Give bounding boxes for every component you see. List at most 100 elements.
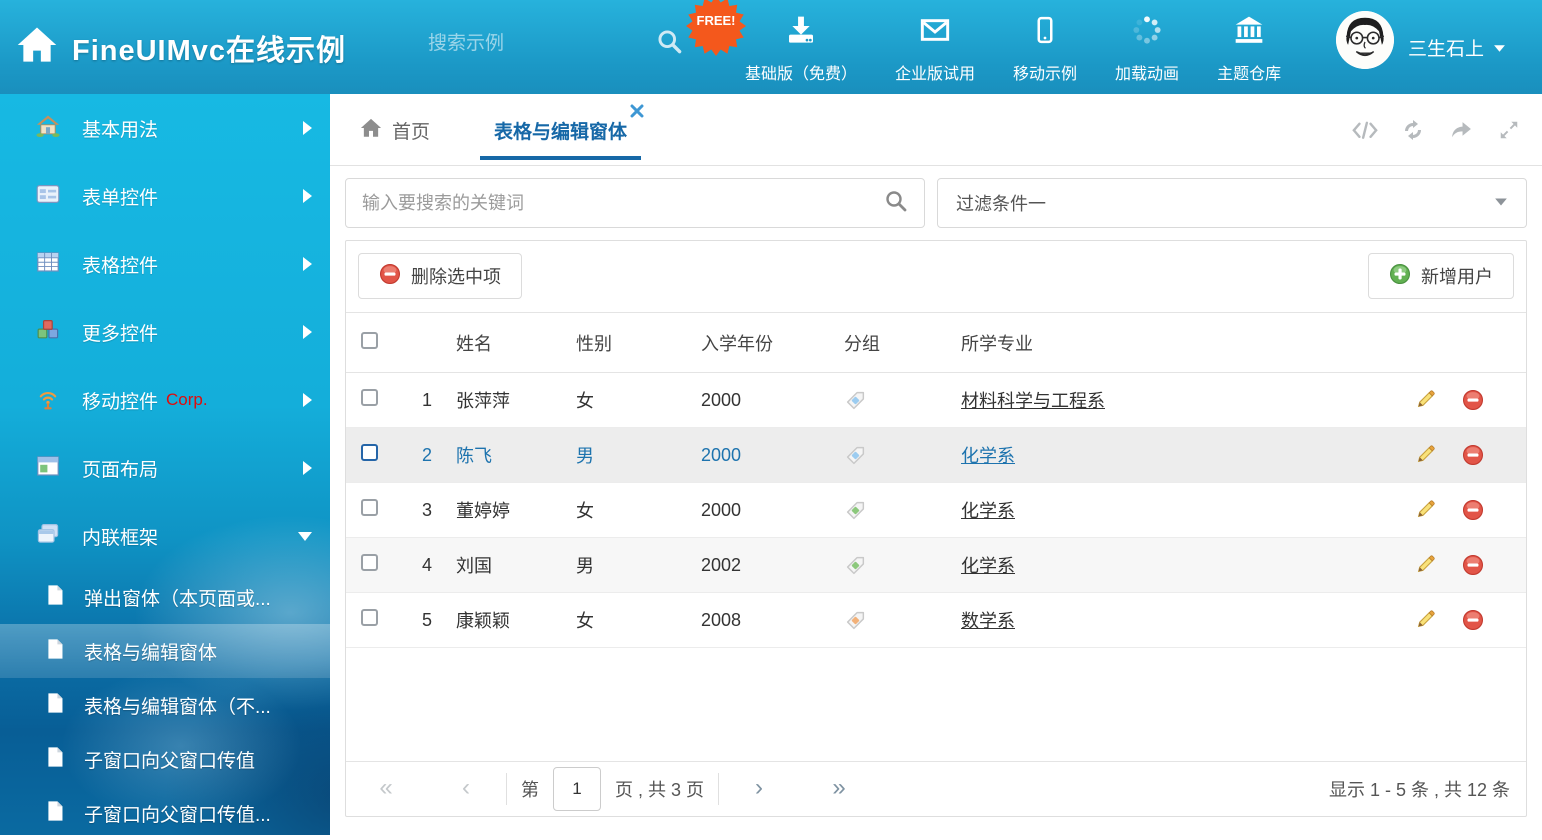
- column-header-year[interactable]: 入学年份: [701, 330, 844, 356]
- sidebar-item[interactable]: 移动控件Corp.: [0, 366, 330, 434]
- row-checkbox[interactable]: [361, 609, 378, 626]
- sidebar-item-label: 更多控件: [82, 319, 158, 346]
- row-checkbox[interactable]: [361, 389, 378, 406]
- tab-bar: 首页 表格与编辑窗体: [330, 94, 1542, 166]
- sidebar-item-label: 表单控件: [82, 183, 158, 210]
- filter-value: 过滤条件一: [956, 190, 1494, 216]
- select-all-checkbox[interactable]: [361, 332, 378, 349]
- app-logo[interactable]: FineUIMvc在线示例: [16, 24, 346, 71]
- chevron-down-icon: [1493, 37, 1506, 59]
- sidebar-subitem[interactable]: 弹出窗体（本页面或...: [0, 570, 330, 624]
- tab-close-icon[interactable]: [630, 104, 644, 118]
- share-icon[interactable]: [1448, 118, 1474, 142]
- edit-pencil-icon[interactable]: [1414, 444, 1436, 466]
- sidebar-item[interactable]: 内联框架: [0, 502, 330, 570]
- user-avatar[interactable]: [1336, 11, 1394, 69]
- tab-active[interactable]: 表格与编辑窗体: [480, 94, 641, 166]
- edit-pencil-icon[interactable]: [1414, 554, 1436, 576]
- tag-icon: [844, 499, 961, 522]
- app-title: FineUIMvc在线示例: [72, 27, 346, 69]
- delete-minus-icon[interactable]: [1462, 609, 1484, 631]
- layout-icon: [36, 454, 60, 483]
- refresh-icon[interactable]: [1400, 118, 1426, 142]
- prev-page-button[interactable]: ‹: [426, 774, 506, 805]
- row-number: 2: [394, 445, 438, 466]
- next-page-button[interactable]: ›: [719, 774, 799, 805]
- row-checkbox[interactable]: [361, 554, 378, 571]
- header-nav-envelope[interactable]: 企业版试用: [876, 14, 994, 84]
- cell-gender: 女: [576, 387, 701, 413]
- delete-selected-button[interactable]: 删除选中项: [358, 253, 522, 299]
- column-header-gender[interactable]: 性别: [576, 330, 701, 356]
- header-nav-spinner[interactable]: 加载动画: [1096, 14, 1198, 84]
- major-link[interactable]: 材料科学与工程系: [961, 391, 1105, 411]
- sidebar-item[interactable]: 表格控件: [0, 230, 330, 298]
- page-number-input[interactable]: [553, 767, 601, 811]
- delete-minus-icon[interactable]: [1462, 389, 1484, 411]
- chevron-right-icon: [303, 461, 312, 475]
- major-link[interactable]: 数学系: [961, 611, 1015, 631]
- sidebar-item[interactable]: 更多控件: [0, 298, 330, 366]
- table-row[interactable]: 3董婷婷女2000化学系: [346, 483, 1526, 538]
- sidebar-subitem[interactable]: 表格与编辑窗体（不...: [0, 678, 330, 732]
- delete-minus-icon[interactable]: [1462, 554, 1484, 576]
- sidebar-subitem[interactable]: 表格与编辑窗体: [0, 624, 330, 678]
- table-row[interactable]: 5康颖颖女2008数学系: [346, 593, 1526, 648]
- header-nav-download[interactable]: 基础版（免费）: [726, 14, 876, 84]
- keyword-search-input[interactable]: [362, 193, 884, 214]
- plus-icon: [1389, 263, 1411, 290]
- table-row[interactable]: 2陈飞男2000化学系: [346, 428, 1526, 483]
- page-icon: [44, 583, 66, 612]
- sidebar-item[interactable]: 表单控件: [0, 162, 330, 230]
- cell-gender: 男: [576, 552, 701, 578]
- chevron-down-icon: [298, 532, 312, 541]
- source-code-icon[interactable]: [1352, 118, 1378, 142]
- major-link[interactable]: 化学系: [961, 446, 1015, 466]
- sidebar-item[interactable]: 页面布局: [0, 434, 330, 502]
- delete-minus-icon[interactable]: [1462, 499, 1484, 521]
- cell-gender: 女: [576, 607, 701, 633]
- table-header: 姓名 性别 入学年份 分组 所学专业: [346, 313, 1526, 373]
- tag-icon: [844, 554, 961, 577]
- column-header-major[interactable]: 所学专业: [961, 330, 1396, 356]
- major-link[interactable]: 化学系: [961, 501, 1015, 521]
- major-link[interactable]: 化学系: [961, 556, 1015, 576]
- cell-name: 康颖颖: [456, 607, 576, 633]
- keyword-search-box: [345, 178, 925, 228]
- row-checkbox[interactable]: [361, 499, 378, 516]
- edit-pencil-icon[interactable]: [1414, 609, 1436, 631]
- edit-pencil-icon[interactable]: [1414, 499, 1436, 521]
- user-menu[interactable]: 三生石上: [1408, 34, 1506, 61]
- cell-name: 刘国: [456, 552, 576, 578]
- header-nav-phone[interactable]: 移动示例: [994, 14, 1096, 84]
- header-search-input[interactable]: [428, 33, 578, 55]
- last-page-button[interactable]: »: [799, 774, 879, 805]
- table-row[interactable]: 1张萍萍女2000材料科学与工程系: [346, 373, 1526, 428]
- top-header: FineUIMvc在线示例 FREE! 基础版（免费）企业版试用移动示例加载动画…: [0, 0, 1542, 94]
- filter-dropdown[interactable]: 过滤条件一: [937, 178, 1527, 228]
- expand-icon[interactable]: [1496, 118, 1522, 142]
- table-row[interactable]: 4刘国男2002化学系: [346, 538, 1526, 593]
- add-user-button[interactable]: 新增用户: [1368, 253, 1514, 299]
- cell-year: 2000: [701, 445, 844, 466]
- sidebar-subitem[interactable]: 子窗口向父窗口传值: [0, 732, 330, 786]
- row-checkbox[interactable]: [361, 444, 378, 461]
- tag-icon: [844, 389, 961, 412]
- sidebar-item[interactable]: 基本用法: [0, 94, 330, 162]
- edit-pencil-icon[interactable]: [1414, 389, 1436, 411]
- cell-name: 董婷婷: [456, 497, 576, 523]
- delete-minus-icon[interactable]: [1462, 444, 1484, 466]
- cell-year: 2000: [701, 390, 844, 411]
- column-header-name[interactable]: 姓名: [456, 330, 576, 356]
- tab-home[interactable]: 首页: [360, 94, 430, 166]
- search-icon[interactable]: [656, 28, 683, 60]
- search-icon[interactable]: [884, 189, 908, 218]
- first-page-button[interactable]: «: [346, 774, 426, 805]
- phone-icon: [1030, 14, 1060, 51]
- column-header-group[interactable]: 分组: [844, 330, 961, 356]
- header-nav-bank[interactable]: 主题仓库: [1198, 14, 1300, 84]
- sidebar-item-label: 移动控件: [82, 387, 158, 414]
- wireless-icon: [36, 386, 60, 415]
- cell-year: 2008: [701, 610, 844, 631]
- sidebar-subitem[interactable]: 子窗口向父窗口传值...: [0, 786, 330, 840]
